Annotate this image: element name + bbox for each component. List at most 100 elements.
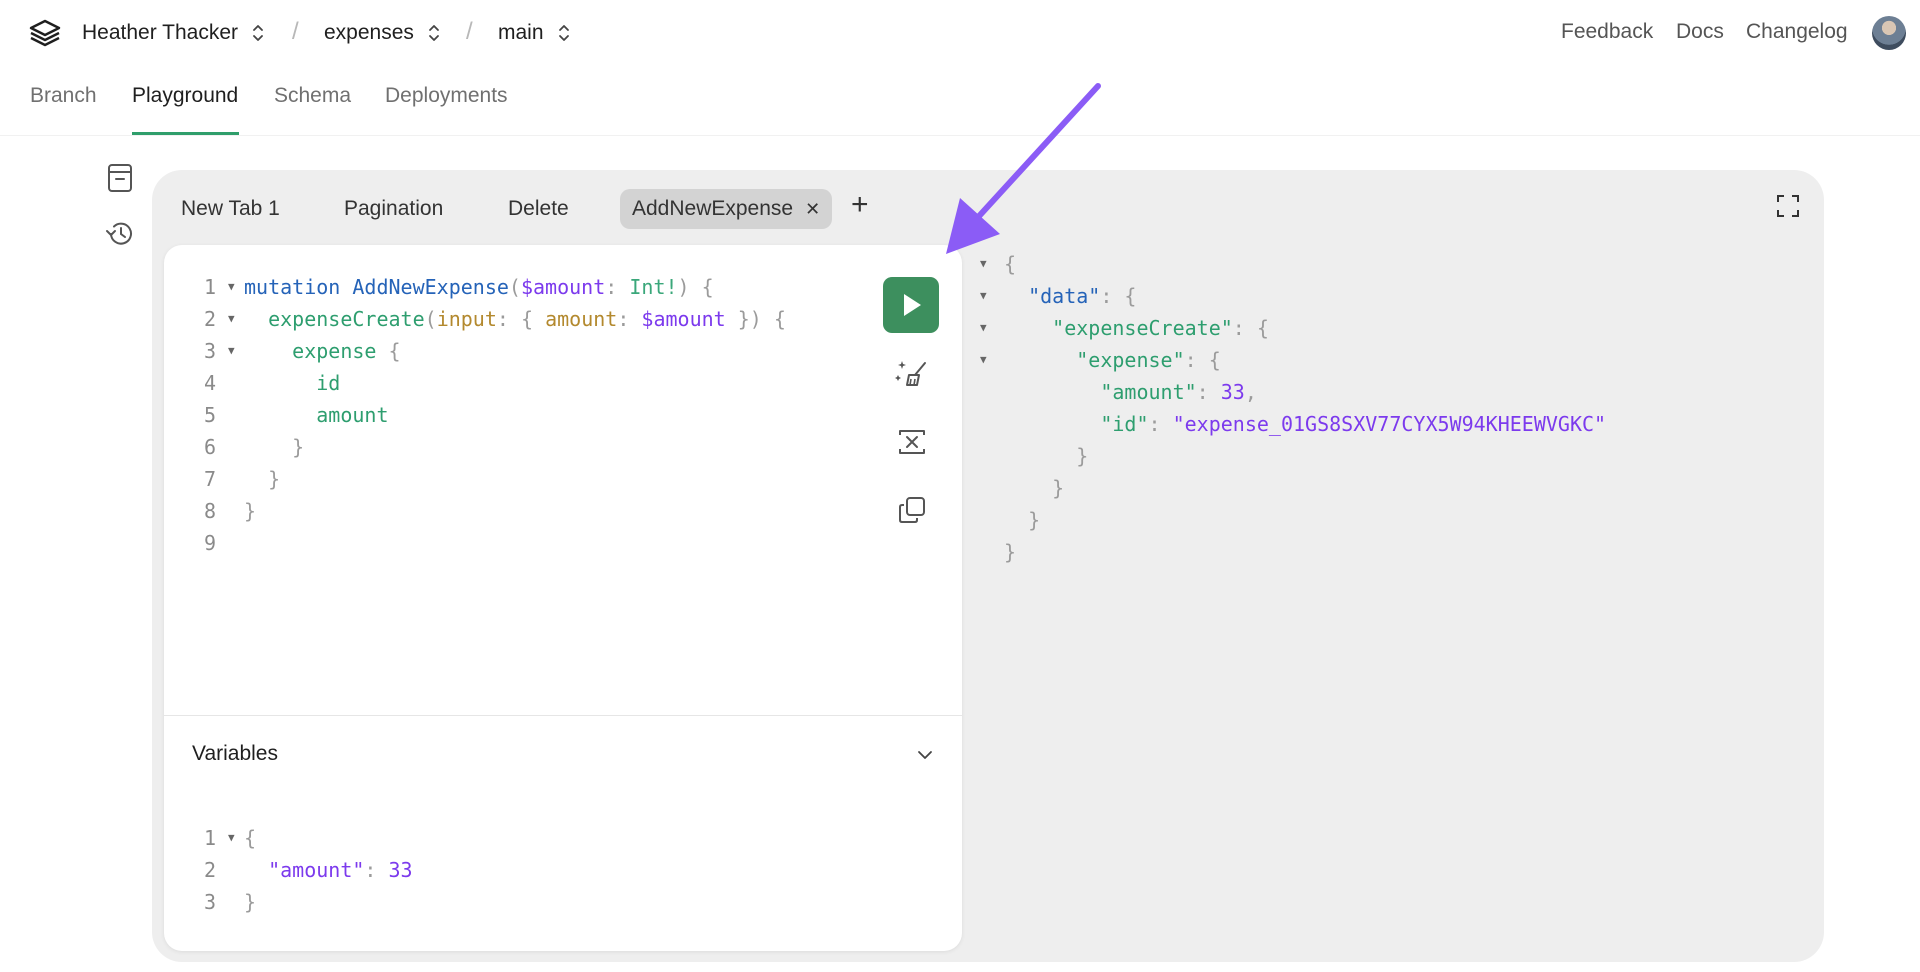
response-key-expense-create: "expenseCreate" (1052, 316, 1233, 340)
add-tab-button[interactable]: + (851, 188, 869, 222)
variables-editor[interactable]: 1 ▼{ 2 "amount": 33 3} (204, 822, 413, 918)
code-line: 4 id (204, 367, 786, 399)
query-tab[interactable]: New Tab 1 (181, 189, 280, 229)
response-line: } (1004, 508, 1041, 532)
field-expense-create: expenseCreate (268, 307, 425, 331)
field-id: id (316, 371, 341, 395)
docs-link[interactable]: Docs (1676, 20, 1724, 44)
query-tab[interactable]: Delete (508, 189, 569, 229)
variables-divider (164, 715, 962, 716)
fold-arrow-icon[interactable]: ▼ (228, 822, 235, 854)
query-editor[interactable]: 1 ▼ mutation AddNewExpense($amount: Int!) … (204, 271, 786, 559)
query-tab-label: AddNewExpense (632, 197, 794, 220)
code-line: 3 ▼ expense { (204, 335, 786, 367)
response-key-id: "id" (1100, 412, 1149, 436)
type-int: Int! (629, 275, 678, 299)
query-tab-active[interactable]: AddNewExpense ✕ (620, 189, 833, 229)
play-icon (904, 294, 921, 316)
org-switcher[interactable]: Heather Thacker (82, 20, 266, 46)
response-viewer: ▼{ ▼ "data": { ▼ "expenseCreate": { ▼ "e… (980, 248, 1606, 568)
query-tab[interactable]: Pagination (344, 189, 443, 229)
response-line: } (1004, 476, 1065, 500)
feedback-link[interactable]: Feedback (1561, 20, 1653, 44)
org-name: Heather Thacker (82, 21, 239, 44)
run-query-button[interactable] (883, 277, 939, 333)
breadcrumb-separator: / (292, 18, 299, 45)
query-tab-label: Delete (508, 197, 569, 220)
query-tab-label: Pagination (344, 197, 444, 220)
operation-name: AddNewExpense (352, 275, 509, 299)
fold-arrow-icon[interactable]: ▼ (228, 303, 235, 335)
chevron-up-down-icon (429, 25, 439, 41)
line-number: 3 (204, 339, 217, 363)
code-line: 2 "amount": 33 (204, 854, 413, 886)
fold-arrow-icon[interactable]: ▼ (228, 335, 235, 367)
history-icon[interactable] (104, 218, 136, 250)
active-tab-indicator (132, 132, 239, 135)
saved-queries-icon[interactable] (104, 162, 136, 194)
response-line: } (1004, 444, 1089, 468)
nav-tab-schema[interactable]: Schema (274, 84, 351, 108)
variable-amount: $amount (641, 307, 726, 331)
fullscreen-icon[interactable] (1776, 194, 1800, 218)
close-icon[interactable]: ✕ (805, 199, 820, 220)
response-line: ▼ "data": { (980, 280, 1606, 312)
code-line: 2 ▼ expenseCreate(input: { amount: $amoun… (204, 303, 786, 335)
merge-fragments-icon[interactable] (895, 425, 929, 459)
arg-input: input (436, 307, 497, 331)
response-line: ▼ "expenseCreate": { (980, 312, 1606, 344)
line-number: 6 (204, 435, 217, 459)
code-line: 3} (204, 886, 413, 918)
layers-logo-icon[interactable] (28, 18, 62, 48)
code-line: 1 ▼{ (204, 822, 413, 854)
branch-name: main (498, 21, 544, 44)
response-value-amount: 33 (1220, 380, 1245, 404)
response-line: "id": "expense_01GS8SXV77CYX5W94KHEEWVGK… (1100, 412, 1607, 436)
line-number: 1 (204, 275, 217, 299)
branch-switcher[interactable]: main (498, 20, 572, 46)
response-line: } (1004, 540, 1017, 564)
nav-tab-deployments[interactable]: Deployments (385, 84, 508, 108)
fold-arrow-icon[interactable]: ▼ (980, 344, 987, 376)
code-line: 7 } (204, 463, 786, 495)
variable-value: 33 (388, 858, 413, 882)
arg-amount: amount (545, 307, 618, 331)
chevron-down-icon[interactable] (914, 744, 936, 766)
chevron-up-down-icon (558, 25, 569, 41)
chevron-up-down-icon (253, 25, 263, 41)
changelog-link[interactable]: Changelog (1746, 20, 1848, 44)
response-key-amount: "amount" (1100, 380, 1197, 404)
project-name: expenses (324, 21, 414, 44)
line-number: 4 (204, 371, 217, 395)
response-value-id: "expense_01GS8SXV77CYX5W94KHEEWVGKC" (1172, 412, 1607, 436)
code-line: 9 (204, 527, 786, 559)
line-number: 8 (204, 499, 217, 523)
breadcrumb-separator: / (466, 18, 473, 45)
response-key-expense: "expense" (1076, 348, 1185, 372)
annotation-arrow-icon (946, 83, 1101, 254)
response-key-data: "data" (1028, 284, 1101, 308)
response-line: ▼ "expense": { (980, 344, 1606, 376)
code-line: 6 } (204, 431, 786, 463)
variables-title[interactable]: Variables (192, 742, 278, 766)
fold-arrow-icon[interactable]: ▼ (980, 280, 987, 312)
field-amount: amount (316, 403, 389, 427)
line-number: 7 (204, 467, 217, 491)
line-number: 2 (204, 858, 217, 882)
keyword-mutation: mutation (244, 275, 341, 299)
variable-key: "amount" (268, 858, 365, 882)
project-switcher[interactable]: expenses (324, 20, 442, 46)
user-avatar[interactable] (1872, 16, 1906, 50)
query-tab-label: New Tab 1 (181, 197, 280, 220)
nav-tab-playground[interactable]: Playground (132, 84, 238, 108)
nav-tab-branch[interactable]: Branch (30, 84, 97, 108)
fold-arrow-icon[interactable]: ▼ (980, 312, 987, 344)
line-number: 9 (204, 531, 217, 555)
response-line: "amount": 33, (1100, 380, 1257, 404)
fold-arrow-icon[interactable]: ▼ (228, 271, 235, 303)
field-expense: expense (292, 339, 377, 363)
prettify-icon[interactable] (895, 355, 929, 389)
copy-icon[interactable] (895, 493, 929, 527)
code-line: 8} (204, 495, 786, 527)
line-number: 2 (204, 307, 217, 331)
